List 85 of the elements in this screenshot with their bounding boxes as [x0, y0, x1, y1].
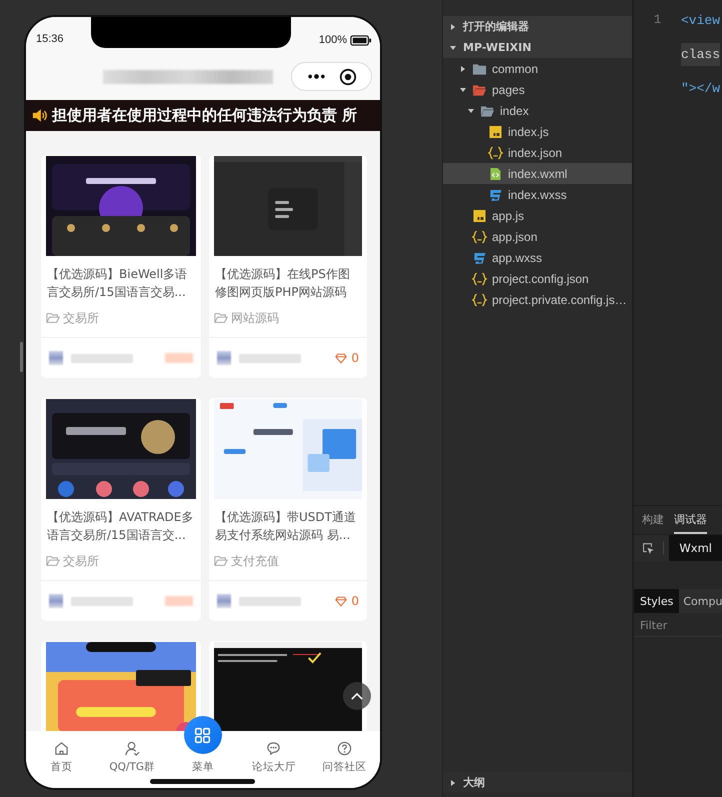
blurred-badge [165, 353, 193, 363]
tab-item[interactable]: 首页 [26, 731, 97, 788]
post-card[interactable]: 【优选源码】带USDT通道易支付系统网站源码 易... 支付充值 0 [209, 398, 367, 621]
post-card[interactable]: 【优选源码】AVATRADE多语言交易所/15国语言交... 交易所 [41, 398, 201, 621]
post-card[interactable]: 【优选源码】在线PS作图修图网页版PHP网站源码 网站源码 0 [209, 155, 367, 378]
line-number: 1 [654, 12, 662, 27]
folder-icon [46, 312, 60, 324]
battery-level: 100% [318, 34, 347, 46]
code-line: <view [681, 12, 720, 29]
like-count: 0 [351, 594, 359, 608]
braces-icon [472, 230, 487, 244]
help-icon [337, 741, 352, 756]
file-tree-item[interactable]: index.wxml [443, 163, 632, 184]
speaker-icon [32, 108, 48, 123]
debugger-tab[interactable]: 构建 [642, 506, 664, 534]
tab-label[interactable]: 菜单 [192, 760, 214, 774]
menu-button[interactable] [184, 716, 222, 754]
explorer-section[interactable]: 打开的编辑器 [443, 16, 632, 37]
tab-item[interactable]: 论坛大厅 [238, 731, 310, 788]
home-icon [54, 741, 69, 756]
blurred-name [239, 354, 301, 362]
folder-icon [472, 82, 487, 96]
post-category: 交易所 [63, 552, 99, 570]
tab-item[interactable]: QQ/TG群 [96, 731, 168, 788]
file-tree-item[interactable]: index.js [443, 121, 632, 142]
post-category: 网站源码 [231, 310, 279, 326]
like-count: 0 [351, 351, 359, 365]
code-line: "></w [681, 80, 720, 97]
tab-item[interactable]: 问答社区 [309, 731, 380, 788]
filter-field[interactable]: Filter [634, 615, 722, 637]
blurred-avatar [217, 594, 231, 608]
blurred-name [71, 596, 133, 606]
post-category: 交易所 [63, 310, 99, 326]
document-icon [488, 166, 503, 180]
post-card[interactable]: 【优选源码】BieWell多语言交易所/15国语言交易... 交易所 [41, 155, 201, 378]
post-category: 支付充值 [231, 552, 279, 570]
folder-icon [472, 62, 487, 76]
styles-tab[interactable]: Compu [679, 589, 722, 613]
post-title: 【优选源码】带USDT通道易支付系统网站源码 易... [214, 509, 357, 544]
chat-icon [266, 741, 282, 756]
file-tree-item[interactable]: pages [443, 79, 632, 100]
notice-text: 担使用者在使用过程中的任何违法行为负责 所 [52, 106, 358, 125]
braces-icon [472, 272, 487, 286]
resize-handle[interactable] [20, 342, 23, 372]
capsule-menu[interactable] [291, 62, 372, 91]
stylesheet-icon [472, 250, 487, 264]
diamond-icon [335, 596, 348, 606]
file-tree-item[interactable]: project.config.json [443, 268, 632, 289]
blurred-avatar [49, 351, 63, 365]
person-icon [124, 741, 140, 756]
braces-icon [488, 146, 503, 160]
folder-icon [46, 555, 60, 567]
file-tree-item[interactable]: index.json [443, 142, 632, 163]
stylesheet-icon [488, 188, 503, 202]
js-file-icon [472, 208, 487, 222]
folder-icon [214, 555, 228, 567]
styles-tab[interactable]: Styles [634, 589, 680, 613]
blurred-name [71, 354, 133, 362]
inspect-icon[interactable] [642, 540, 655, 556]
braces-icon [472, 292, 487, 306]
file-tree-item[interactable]: index.wxss [443, 184, 632, 205]
folder-icon [214, 312, 228, 324]
file-tree-item[interactable]: common [443, 58, 632, 79]
chevron-up-icon [351, 692, 363, 700]
post-title: 【优选源码】在线PS作图修图网页版PHP网站源码 [214, 266, 351, 301]
grid-icon [194, 726, 212, 744]
post-title: 【优选源码】AVATRADE多语言交易所/15国语言交... [46, 509, 194, 544]
js-file-icon [488, 124, 503, 138]
post-title: 【优选源码】BieWell多语言交易所/15国语言交易... [46, 266, 188, 301]
explorer-section[interactable]: MP-WEIXIN [443, 37, 632, 58]
diamond-icon [335, 352, 348, 364]
blurred-name [239, 596, 301, 606]
file-tree-item[interactable]: index [443, 100, 632, 121]
blurred-badge [165, 596, 193, 606]
blurred-avatar [217, 351, 231, 365]
panel-tab[interactable]: Wxml [669, 535, 722, 561]
file-tree-item[interactable]: app.wxss [443, 247, 632, 268]
status-time: 15:36 [36, 33, 64, 45]
more-icon[interactable] [306, 73, 326, 80]
folder-icon [480, 104, 495, 118]
file-tree-item[interactable]: project.private.config.js… [443, 289, 632, 310]
file-tree-item[interactable]: app.js [443, 205, 632, 226]
blurred-avatar [49, 594, 63, 608]
file-tree-item[interactable]: app.json [443, 226, 632, 247]
battery-icon [350, 34, 372, 46]
